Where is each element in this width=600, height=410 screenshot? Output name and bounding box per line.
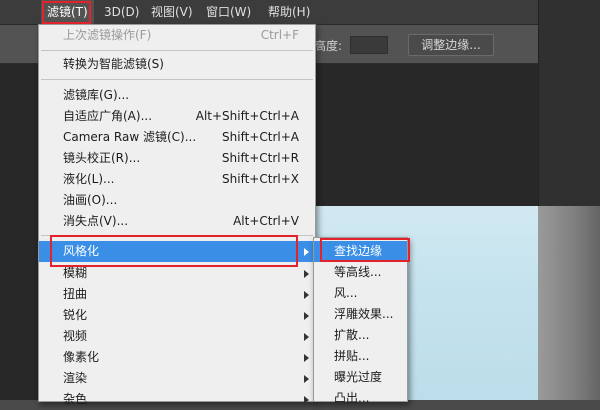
stylize-submenu: 查找边缘 等高线... 风... 浮雕效果... 扩散... 拼贴... 曝光过… [313, 237, 408, 405]
menu-item-liquify[interactable]: 液化(L)... Shift+Ctrl+X [39, 169, 315, 190]
height-label: 高度: [314, 39, 343, 53]
chevron-right-icon [304, 291, 309, 299]
menu-item-lens-correction[interactable]: 镜头校正(R)... Shift+Ctrl+R [39, 148, 315, 169]
refine-edge-button[interactable]: 调整边缘... [408, 34, 494, 56]
submenu-item-diffuse[interactable]: 扩散... [314, 325, 407, 346]
chevron-right-icon [304, 312, 309, 320]
menu-item-camera-raw[interactable]: Camera Raw 滤镜(C)... Shift+Ctrl+A [39, 127, 315, 148]
menu-item-video[interactable]: 视频 [39, 326, 315, 347]
submenu-item-find-edges[interactable]: 查找边缘 [314, 241, 407, 262]
submenu-item-tiles[interactable]: 拼贴... [314, 346, 407, 367]
menu-separator [41, 79, 313, 80]
menu-item-render[interactable]: 渲染 [39, 368, 315, 389]
menu-item-blur[interactable]: 模糊 [39, 263, 315, 284]
submenu-item-wind[interactable]: 风... [314, 283, 407, 304]
submenu-item-solarize[interactable]: 曝光过度 [314, 367, 407, 388]
menu-item-vanishing-point[interactable]: 消失点(V)... Alt+Ctrl+V [39, 211, 315, 232]
menu-separator [41, 235, 313, 236]
menu-item-convert-smart-filters[interactable]: 转换为智能滤镜(S) [39, 54, 315, 75]
photo-region [538, 206, 600, 400]
chevron-right-icon [304, 396, 309, 404]
menu-separator [41, 50, 313, 51]
menu-item-sharpen[interactable]: 锐化 [39, 305, 315, 326]
menu-bar: 滤镜(T) 3D(D) 视图(V) 窗口(W) 帮助(H) [0, 0, 600, 25]
submenu-item-trace-contour[interactable]: 等高线... [314, 262, 407, 283]
menu-item-distort[interactable]: 扭曲 [39, 284, 315, 305]
filter-menu: 上次滤镜操作(F) Ctrl+F 转换为智能滤镜(S) 滤镜库(G)... 自适… [38, 24, 316, 406]
menu-window[interactable]: 窗口(W) [200, 0, 257, 24]
chevron-right-icon [304, 333, 309, 341]
submenu-item-extrude[interactable]: 凸出... [314, 388, 407, 409]
menu-view[interactable]: 视图(V) [145, 0, 199, 24]
menu-item-pixelate[interactable]: 像素化 [39, 347, 315, 368]
menu-item-adaptive-wide-angle[interactable]: 自适应广角(A)... Alt+Shift+Ctrl+A [39, 106, 315, 127]
menu-help[interactable]: 帮助(H) [262, 0, 316, 24]
submenu-item-emboss[interactable]: 浮雕效果... [314, 304, 407, 325]
chevron-right-icon [304, 354, 309, 362]
menu-filter[interactable]: 滤镜(T) [41, 0, 94, 24]
menu-item-stylize[interactable]: 风格化 [39, 241, 315, 262]
chevron-right-icon [304, 248, 309, 256]
height-input[interactable] [350, 36, 388, 54]
menu-3d[interactable]: 3D(D) [98, 0, 145, 24]
menu-item-oil-paint[interactable]: 油画(O)... [39, 190, 315, 211]
menu-item-filter-gallery[interactable]: 滤镜库(G)... [39, 85, 315, 106]
chevron-right-icon [304, 270, 309, 278]
menu-item-last-filter: 上次滤镜操作(F) Ctrl+F [63, 28, 299, 42]
chevron-right-icon [304, 375, 309, 383]
